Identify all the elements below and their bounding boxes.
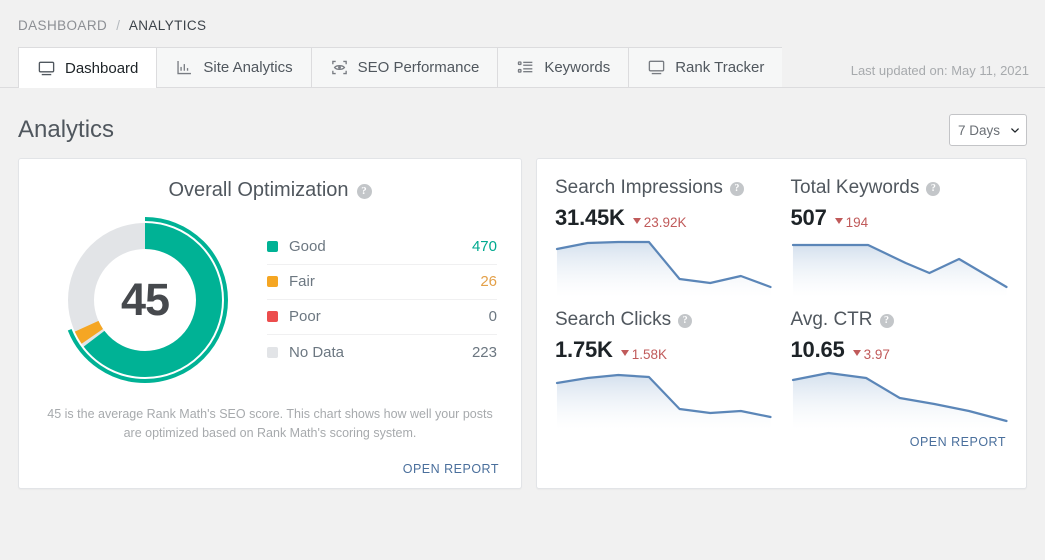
metrics-card: Search Impressions ? 31.45K 23.92K Total… [536, 158, 1027, 489]
metric-total-keywords-values: 507 194 [791, 205, 1009, 231]
tab-seo-performance-label: SEO Performance [357, 59, 480, 76]
legend-swatch-fair [267, 276, 278, 287]
tab-dashboard[interactable]: Dashboard [18, 47, 157, 88]
bar-chart-icon [175, 58, 194, 77]
metric-search-clicks-label: Search Clicks [555, 309, 672, 330]
tab-bar: Dashboard Site Analytics SEO Performance [0, 47, 1045, 88]
metric-search-clicks-title: Search Clicks ? [555, 309, 773, 331]
metric-search-clicks-values: 1.75K 1.58K [555, 337, 773, 363]
metric-total-keywords-title: Total Keywords ? [791, 177, 1009, 199]
optimization-note: 45 is the average Rank Math's SEO score.… [47, 407, 493, 441]
optimization-donut-chart: 45 [45, 212, 245, 387]
page-header: Analytics 7 Days [0, 88, 1045, 152]
legend-value-fair: 26 [480, 273, 497, 290]
tab-site-analytics[interactable]: Site Analytics [156, 47, 311, 87]
legend-item-fair: Fair 26 [267, 265, 497, 300]
metric-search-clicks-value: 1.75K [555, 337, 613, 362]
tab-dashboard-label: Dashboard [65, 59, 139, 77]
metric-avg-ctr-diff-value: 3.97 [863, 346, 890, 362]
total-keywords-sparkline [791, 235, 1009, 297]
metric-avg-ctr: Avg. CTR ? 10.65 3.97 [791, 305, 1009, 429]
tab-site-analytics-label: Site Analytics [203, 59, 293, 76]
metric-search-impressions-label: Search Impressions [555, 177, 723, 198]
metric-total-keywords-diff: 194 [834, 214, 869, 230]
metric-search-clicks: Search Clicks ? 1.75K 1.58K [555, 305, 773, 429]
eye-scan-icon [330, 58, 349, 77]
legend-item-good: Good 470 [267, 230, 497, 265]
breadcrumb-separator: / [116, 18, 121, 33]
legend-item-poor: Poor 0 [267, 300, 497, 335]
breadcrumb: DASHBOARD / ANALYTICS [0, 0, 1045, 33]
tab-seo-performance[interactable]: SEO Performance [310, 47, 498, 87]
breadcrumb-current: ANALYTICS [128, 18, 207, 33]
metric-total-keywords-value: 507 [790, 205, 827, 230]
question-mark-icon[interactable]: ? [356, 184, 372, 199]
legend-value-no-data: 223 [471, 343, 497, 361]
metrics-grid: Search Impressions ? 31.45K 23.92K Total… [555, 173, 1008, 429]
legend-swatch-good [267, 241, 278, 252]
metric-total-keywords-label: Total Keywords [790, 177, 920, 198]
legend-swatch-no-data [267, 346, 278, 358]
metric-search-clicks-diff: 1.58K [620, 346, 667, 362]
date-range-select[interactable]: 7 Days [949, 114, 1027, 146]
arrow-down-icon [852, 350, 861, 356]
page-title: Analytics [18, 116, 115, 143]
metric-search-impressions-diff-value: 23.92K [643, 214, 687, 230]
legend-value-good: 470 [471, 238, 497, 255]
legend-swatch-poor [267, 311, 278, 322]
optimization-legend: Good 470 Fair 26 Poor 0 No Data 223 [249, 230, 501, 370]
legend-value-poor: 0 [488, 308, 497, 325]
search-impressions-sparkline [555, 235, 773, 297]
metric-search-impressions-title: Search Impressions ? [555, 177, 773, 199]
overall-optimization-body: 45 Good 470 Fair 26 Poor 0 No Data 223 [39, 212, 501, 387]
metrics-open-report-link[interactable]: OPEN REPORT [910, 435, 1006, 449]
metric-search-impressions-values: 31.45K 23.92K [555, 205, 773, 231]
overall-optimization-card: Overall Optimization ? 45 Good 470 Fair … [18, 158, 522, 489]
legend-label-fair: Fair [289, 273, 315, 290]
search-clicks-sparkline [555, 367, 773, 429]
legend-label-good: Good [289, 238, 326, 255]
metric-avg-ctr-label: Avg. CTR [790, 309, 873, 330]
metric-search-impressions-value: 31.45K [555, 205, 625, 230]
legend-label-no-data: No Data [289, 343, 345, 361]
question-mark-icon[interactable]: ? [729, 182, 744, 196]
legend-item-no-data: No Data 223 [267, 335, 497, 370]
optimization-open-report: OPEN REPORT [39, 460, 501, 478]
breadcrumb-dashboard-link[interactable]: DASHBOARD [18, 18, 107, 33]
question-mark-icon[interactable]: ? [926, 182, 941, 196]
arrow-down-icon [620, 350, 629, 356]
metric-avg-ctr-title: Avg. CTR ? [791, 309, 1009, 331]
overall-optimization-title-label: Overall Optimization [168, 179, 349, 201]
metric-total-keywords: Total Keywords ? 507 194 [791, 173, 1009, 297]
last-updated-text: Last updated on: May 11, 2021 [850, 63, 1029, 78]
list-icon [516, 58, 535, 77]
metric-avg-ctr-values: 10.65 3.97 [791, 337, 1009, 363]
metric-search-clicks-diff-value: 1.58K [631, 346, 667, 362]
avg-ctr-sparkline [791, 367, 1009, 429]
tab-rank-tracker-label: Rank Tracker [675, 59, 765, 76]
cards-row: Overall Optimization ? 45 Good 470 Fair … [0, 152, 1045, 489]
metric-search-impressions-diff: 23.92K [632, 214, 687, 230]
question-mark-icon[interactable]: ? [879, 314, 894, 328]
monitor-icon [647, 58, 666, 77]
metric-total-keywords-diff-value: 194 [845, 214, 869, 230]
chevron-down-icon [1011, 128, 1019, 133]
metrics-open-report: OPEN REPORT [555, 433, 1008, 451]
arrow-down-icon [632, 218, 641, 224]
date-range-value: 7 Days [958, 122, 1001, 138]
optimization-open-report-link[interactable]: OPEN REPORT [403, 462, 499, 476]
legend-label-poor: Poor [289, 308, 321, 325]
overall-optimization-title: Overall Optimization ? [39, 179, 501, 202]
tab-keywords-label: Keywords [544, 59, 611, 76]
optimization-score: 45 [120, 273, 170, 325]
metric-avg-ctr-diff: 3.97 [852, 346, 890, 362]
tab-rank-tracker[interactable]: Rank Tracker [628, 47, 783, 87]
question-mark-icon[interactable]: ? [678, 314, 693, 328]
tab-keywords[interactable]: Keywords [497, 47, 629, 87]
metric-search-impressions: Search Impressions ? 31.45K 23.92K [555, 173, 773, 297]
monitor-icon [37, 59, 56, 78]
metric-avg-ctr-value: 10.65 [790, 337, 845, 362]
arrow-down-icon [834, 218, 843, 224]
